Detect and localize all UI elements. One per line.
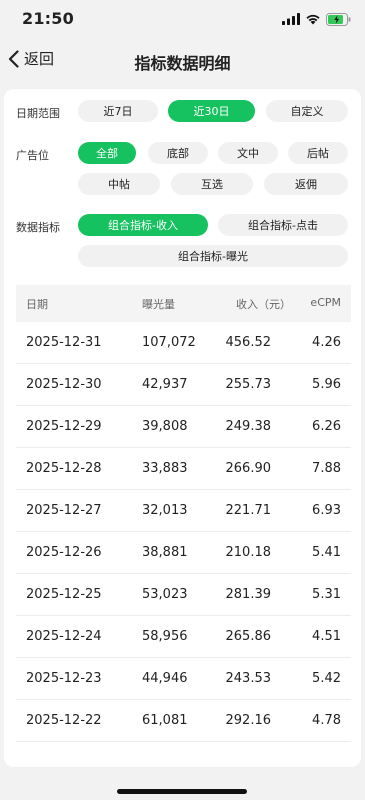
header-impressions: 曝光量	[142, 298, 175, 311]
table-row: 2025-12-24 58,956 265.86 4.51	[16, 616, 351, 658]
cell-revenue: 281.39	[225, 587, 272, 602]
cell-impressions: 58,956	[142, 629, 188, 644]
date-option-custom[interactable]: 自定义	[266, 100, 348, 122]
data-table: 日期 曝光量 收入（元） eCPM 2025-12-31 107,072 456…	[16, 285, 351, 742]
table-row: 2025-12-23 44,946 243.53 5.42	[16, 658, 351, 700]
cell-date: 2025-12-30	[26, 377, 102, 392]
cell-revenue: 266.90	[225, 461, 272, 476]
cell-impressions: 38,881	[142, 545, 188, 560]
ad-position-label: 广告位	[16, 149, 49, 162]
date-range-filter: 日期范围 近7日 近30日 自定义	[16, 100, 349, 124]
cell-ecpm: 5.96	[312, 377, 341, 392]
metric-label: 数据指标	[16, 221, 60, 234]
table-header: 日期 曝光量 收入（元） eCPM	[16, 285, 351, 322]
ad-option-in-article[interactable]: 文中	[218, 142, 278, 164]
cell-impressions: 44,946	[142, 671, 188, 686]
cell-impressions: 32,013	[142, 503, 188, 518]
metric-option-clicks[interactable]: 组合指标-点击	[218, 214, 348, 236]
date-range-label: 日期范围	[16, 107, 60, 120]
header-ecpm: eCPM	[310, 296, 341, 309]
ad-option-bottom[interactable]: 底部	[148, 142, 208, 164]
cell-revenue: 243.53	[225, 671, 272, 686]
cell-impressions: 33,883	[142, 461, 188, 476]
cell-revenue: 265.86	[225, 629, 272, 644]
cell-revenue: 255.73	[225, 377, 272, 392]
ad-option-rebate[interactable]: 返佣	[264, 173, 348, 195]
table-row: 2025-12-25 53,023 281.39 5.31	[16, 574, 351, 616]
cell-date: 2025-12-28	[26, 461, 102, 476]
cell-revenue: 456.52	[225, 335, 272, 350]
cell-impressions: 53,023	[142, 587, 188, 602]
metric-option-impressions[interactable]: 组合指标-曝光	[78, 245, 348, 267]
cell-ecpm: 4.26	[312, 335, 341, 350]
table-row: 2025-12-28 33,883 266.90 7.88	[16, 448, 351, 490]
ad-option-mutual[interactable]: 互选	[171, 173, 253, 195]
cell-date: 2025-12-23	[26, 671, 102, 686]
cell-ecpm: 6.93	[312, 503, 341, 518]
cell-revenue: 210.18	[225, 545, 272, 560]
cell-impressions: 61,081	[142, 713, 188, 728]
table-row: 2025-12-29 39,808 249.38 6.26	[16, 406, 351, 448]
cell-date: 2025-12-25	[26, 587, 102, 602]
date-option-7d[interactable]: 近7日	[78, 100, 158, 122]
cell-revenue: 221.71	[225, 503, 272, 518]
battery-charging-icon	[326, 12, 351, 26]
signal-icon	[282, 13, 300, 25]
cell-impressions: 42,937	[142, 377, 188, 392]
home-indicator	[117, 789, 247, 794]
cell-date: 2025-12-27	[26, 503, 102, 518]
nav-bar: 返回 指标数据明细	[0, 38, 365, 82]
cell-ecpm: 5.31	[312, 587, 341, 602]
date-option-30d[interactable]: 近30日	[168, 100, 255, 122]
status-icons	[282, 12, 351, 26]
header-revenue: 收入（元）	[236, 298, 291, 311]
cell-date: 2025-12-26	[26, 545, 102, 560]
cell-date: 2025-12-29	[26, 419, 102, 434]
cell-ecpm: 6.26	[312, 419, 341, 434]
table-row: 2025-12-30 42,937 255.73 5.96	[16, 364, 351, 406]
metric-filter: 数据指标 组合指标-收入 组合指标-点击 组合指标-曝光	[16, 214, 349, 270]
table-row: 2025-12-26 38,881 210.18 5.41	[16, 532, 351, 574]
header-date: 日期	[26, 298, 48, 311]
cell-impressions: 39,808	[142, 419, 188, 434]
cell-date: 2025-12-31	[26, 335, 102, 350]
status-time: 21:50	[22, 9, 74, 28]
cell-ecpm: 5.42	[312, 671, 341, 686]
ad-option-all[interactable]: 全部	[78, 142, 136, 164]
cell-ecpm: 4.78	[312, 713, 341, 728]
table-row: 2025-12-22 61,081 292.16 4.78	[16, 700, 351, 742]
wifi-icon	[306, 14, 320, 25]
ad-option-after-post[interactable]: 后帖	[288, 142, 348, 164]
ad-option-mid-post[interactable]: 中帖	[78, 173, 160, 195]
cell-revenue: 249.38	[225, 419, 272, 434]
content-card: 日期范围 近7日 近30日 自定义 广告位 全部 底部 文中 后帖 中帖 互选 …	[4, 89, 361, 767]
cell-ecpm: 5.41	[312, 545, 341, 560]
metric-option-revenue[interactable]: 组合指标-收入	[78, 214, 208, 236]
status-bar: 21:50	[0, 0, 365, 38]
cell-revenue: 292.16	[225, 713, 272, 728]
page-title: 指标数据明细	[134, 54, 231, 73]
cell-ecpm: 4.51	[312, 629, 341, 644]
ad-position-filter: 广告位 全部 底部 文中 后帖 中帖 互选 返佣	[16, 142, 349, 198]
cell-date: 2025-12-22	[26, 713, 102, 728]
cell-impressions: 107,072	[142, 335, 196, 350]
cell-date: 2025-12-24	[26, 629, 102, 644]
table-row: 2025-12-31 107,072 456.52 4.26	[16, 322, 351, 364]
cell-ecpm: 7.88	[312, 461, 341, 476]
table-row: 2025-12-27 32,013 221.71 6.93	[16, 490, 351, 532]
